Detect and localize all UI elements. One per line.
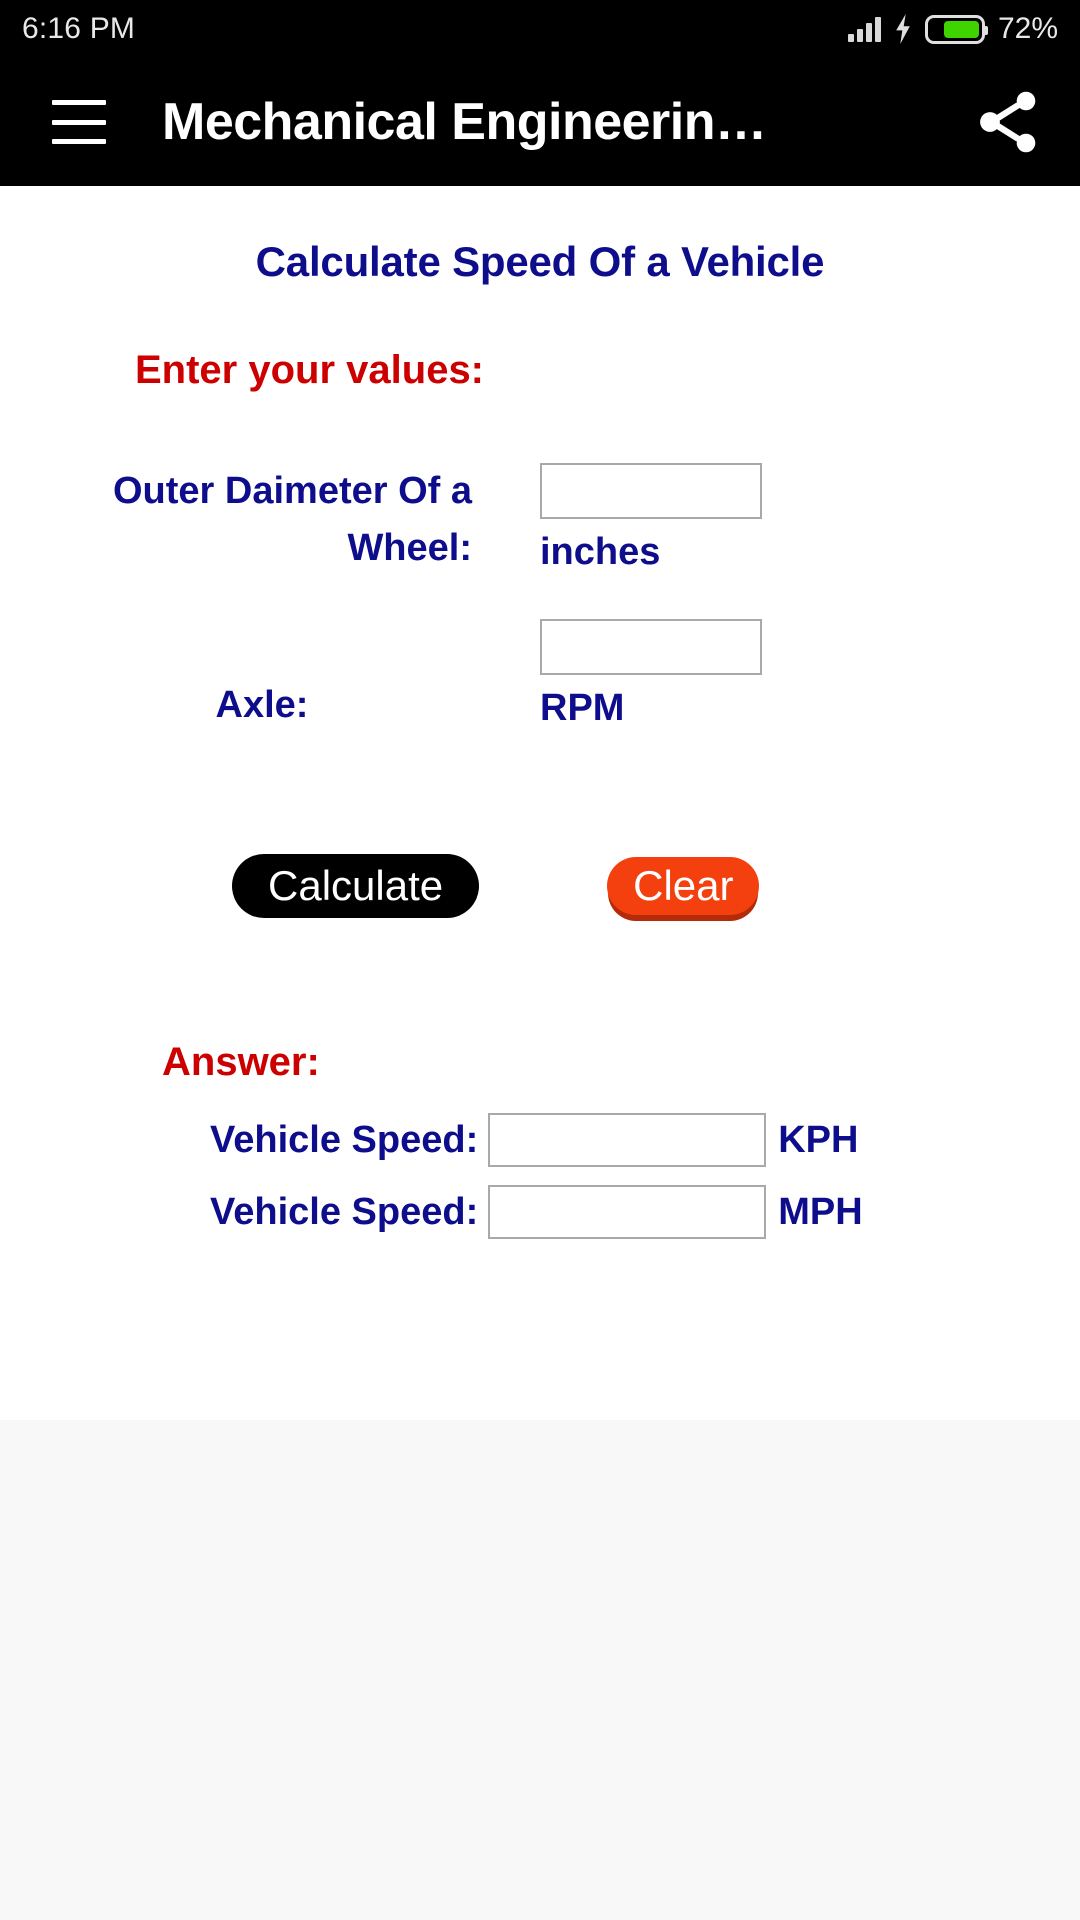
input-row-wheel-diameter: Outer Daimeter Of a Wheel: inches (0, 463, 1080, 577)
axle-label: Axle: (215, 684, 309, 726)
battery-percent-label: 72% (997, 12, 1058, 45)
vehicle-speed-kph-output[interactable] (488, 1113, 767, 1167)
battery-fill (944, 20, 979, 38)
wheel-diameter-input[interactable] (540, 463, 762, 519)
vehicle-speed-kph-unit: KPH (778, 1118, 859, 1161)
status-bar-time: 6:16 PM (22, 12, 136, 45)
axle-unit: RPM (540, 687, 625, 729)
axle-field-group: RPM (540, 619, 762, 730)
hamburger-menu-icon[interactable] (52, 100, 106, 144)
input-row-axle: Axle: RPM (0, 619, 1080, 734)
answer-row-mph: Vehicle Speed: MPH (210, 1185, 1080, 1239)
page-background-area (0, 1420, 1080, 1920)
status-bar-indicators: 72% (847, 12, 1058, 46)
app-bar: Mechanical Engineerin… (0, 58, 1080, 186)
status-bar: 6:16 PM 72% (0, 0, 1080, 58)
calculate-button[interactable]: Calculate (232, 854, 480, 918)
share-icon-glyph (980, 91, 1036, 153)
wheel-diameter-field-group: inches (540, 463, 762, 574)
vehicle-speed-mph-output[interactable] (488, 1185, 767, 1239)
answer-results: Vehicle Speed: KPH Vehicle Speed: MPH (0, 1113, 1080, 1239)
main-content: Calculate Speed Of a Vehicle Enter your … (0, 186, 1080, 1420)
lightning-bolt-icon (896, 14, 910, 44)
answer-row-kph: Vehicle Speed: KPH (210, 1113, 1080, 1167)
button-row: Calculate Clear (0, 854, 1080, 918)
input-form: Outer Daimeter Of a Wheel: inches Axle: … (0, 463, 1080, 734)
wheel-diameter-unit: inches (540, 531, 661, 573)
enter-values-heading: Enter your values: (135, 348, 485, 392)
vehicle-speed-mph-label: Vehicle Speed: (210, 1190, 479, 1233)
answer-heading: Answer: (162, 1040, 320, 1084)
share-icon[interactable] (960, 74, 1056, 170)
app-bar-title: Mechanical Engineerin… (162, 93, 767, 151)
page-title: Calculate Speed Of a Vehicle (255, 238, 825, 285)
clear-button[interactable]: Clear (607, 857, 760, 915)
signal-bars-icon (847, 16, 881, 42)
wheel-diameter-label: Outer Daimeter Of a Wheel: (113, 470, 472, 569)
vehicle-speed-kph-label: Vehicle Speed: (210, 1118, 479, 1161)
battery-icon (924, 14, 988, 44)
axle-input[interactable] (540, 619, 762, 675)
vehicle-speed-mph-unit: MPH (778, 1190, 863, 1233)
